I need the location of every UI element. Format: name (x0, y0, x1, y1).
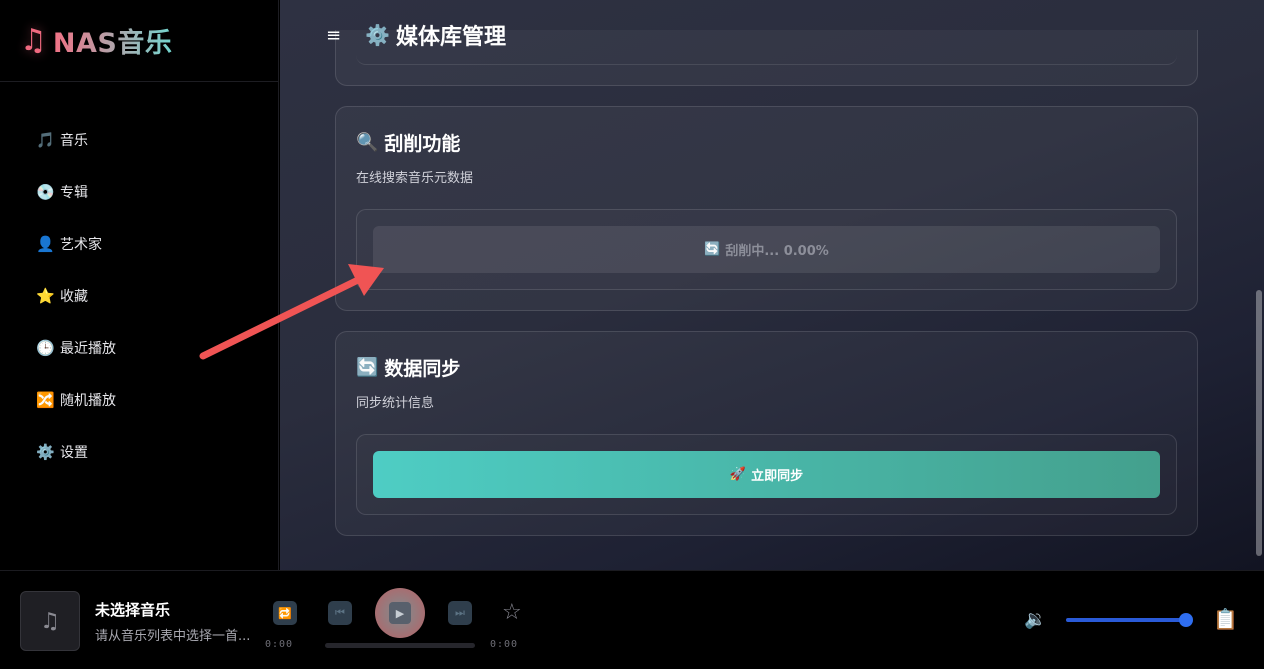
sidebar: ♫ NAS音乐 🎵 音乐 💿 专辑 👤 艺术家 ⭐ 收藏 🕒 最近播放 🔀 随机… (0, 0, 279, 570)
sync-title-text: 数据同步 (384, 358, 461, 380)
star-outline-icon: ☆ (502, 600, 522, 625)
play-triangle: ▶ (395, 606, 405, 620)
next-button[interactable]: ⏭ (448, 601, 472, 625)
clock-icon: 🕒 (36, 339, 55, 357)
sidebar-item-label: 音乐 (60, 133, 88, 149)
disc-icon: 💿 (36, 183, 55, 201)
sidebar-item-label: 收藏 (60, 289, 88, 305)
sidebar-item-favorites[interactable]: ⭐ 收藏 (0, 270, 278, 322)
music-note-icon: ♫ (40, 608, 60, 634)
song-subtitle: 请从音乐列表中选择一首... (95, 629, 251, 644)
sidebar-item-music[interactable]: 🎵 音乐 (0, 114, 278, 166)
sidebar-item-settings[interactable]: ⚙️ 设置 (0, 426, 278, 478)
sidebar-nav: 🎵 音乐 💿 专辑 👤 艺术家 ⭐ 收藏 🕒 最近播放 🔀 随机播放 ⚙️ 设置 (0, 82, 278, 478)
time-total: 0:00 (490, 639, 519, 650)
main-scrollbar[interactable] (1256, 62, 1262, 562)
sync-button-container: 🚀 立即同步 (356, 434, 1177, 515)
scrollbar-thumb[interactable] (1256, 290, 1262, 556)
previous-button[interactable]: ⏮ (328, 601, 352, 625)
sidebar-item-label: 艺术家 (60, 237, 102, 253)
sync-card: 🔄 数据同步 同步统计信息 🚀 立即同步 (335, 331, 1198, 536)
album-cover[interactable]: ♫ (20, 591, 80, 651)
sidebar-item-label: 专辑 (60, 185, 88, 201)
sync-now-button[interactable]: 🚀 立即同步 (373, 451, 1160, 498)
sidebar-item-label: 最近播放 (60, 341, 116, 357)
next-track-icon: ⏭ (455, 606, 465, 619)
sidebar-item-albums[interactable]: 💿 专辑 (0, 166, 278, 218)
scrape-button-container: 🔄 刮削中... 0.00% (356, 209, 1177, 290)
sync-card-title: 🔄 数据同步 (356, 354, 460, 381)
favorite-button[interactable]: ☆ (502, 600, 522, 625)
player-bar: ♫ 未选择音乐 请从音乐列表中选择一首... 🔁 ⏮ ▶ ⏭ ☆ 0:00 0:… (0, 570, 1264, 669)
refresh-icon: 🔄 (356, 357, 379, 378)
sidebar-item-artists[interactable]: 👤 艺术家 (0, 218, 278, 270)
sync-card-description: 同步统计信息 (356, 396, 435, 411)
magnifier-icon: 🔍 (356, 132, 379, 153)
app-name: NAS音乐 (53, 21, 172, 60)
person-icon: 👤 (36, 235, 55, 253)
scrape-button[interactable]: 🔄 刮削中... 0.00% (373, 226, 1160, 273)
playback-progress-bar[interactable] (325, 643, 475, 648)
sidebar-item-shuffle[interactable]: 🔀 随机播放 (0, 374, 278, 426)
sidebar-item-recent[interactable]: 🕒 最近播放 (0, 322, 278, 374)
music-note-icon: 🎵 (36, 131, 55, 149)
scrape-card-title: 🔍 刮削功能 (356, 129, 460, 156)
gear-icon: ⚙️ (36, 443, 55, 461)
playlist-queue-icon[interactable]: 📋 (1213, 607, 1238, 631)
sidebar-item-label: 设置 (60, 445, 88, 461)
previous-card (335, 30, 1198, 86)
star-icon: ⭐ (36, 287, 55, 305)
volume-slider[interactable] (1066, 618, 1186, 622)
app-logo[interactable]: ♫ NAS音乐 (0, 0, 278, 82)
scrape-card-description: 在线搜索音乐元数据 (356, 171, 474, 186)
play-button[interactable]: ▶ (375, 588, 425, 638)
scrape-title-text: 刮削功能 (384, 133, 461, 155)
volume-icon[interactable]: 🔉 (1024, 609, 1046, 630)
refresh-icon: 🔄 (704, 242, 721, 257)
repeat-button[interactable]: 🔁 (273, 601, 297, 625)
previous-card-inner (356, 49, 1177, 65)
song-title: 未选择音乐 (95, 601, 171, 619)
previous-track-icon: ⏮ (335, 606, 345, 619)
sync-button-label: 立即同步 (751, 469, 804, 484)
repeat-icon: 🔁 (278, 606, 292, 620)
shuffle-icon: 🔀 (36, 391, 55, 409)
main-content: ≡ ⚙️ 媒体库管理 🔍 刮削功能 在线搜索音乐元数据 🔄 刮削中... 0.0… (280, 0, 1264, 570)
music-note-icon: ♫ (20, 23, 47, 58)
time-current: 0:00 (265, 639, 294, 650)
play-icon: ▶ (389, 602, 411, 624)
sidebar-item-label: 随机播放 (60, 393, 116, 409)
scrape-card: 🔍 刮削功能 在线搜索音乐元数据 🔄 刮削中... 0.00% (335, 106, 1198, 311)
rocket-icon: 🚀 (729, 467, 747, 482)
volume-slider-handle[interactable] (1179, 613, 1193, 627)
scrape-button-label: 刮削中... 0.00% (725, 244, 829, 259)
